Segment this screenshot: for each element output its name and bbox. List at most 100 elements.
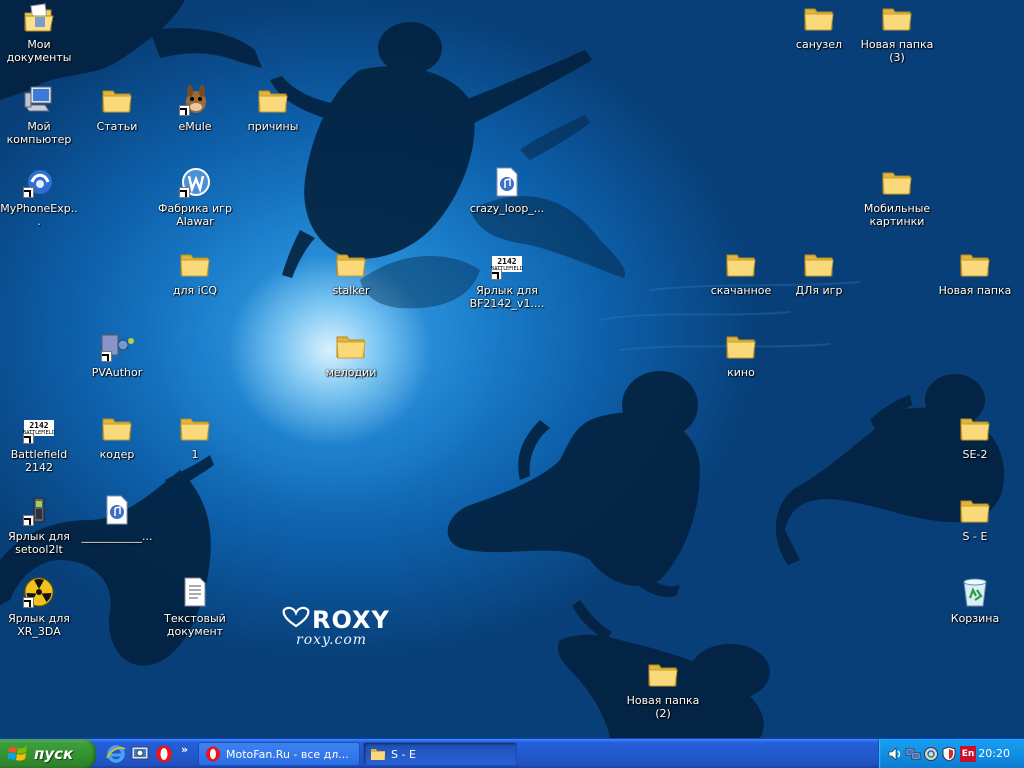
system-tray: En 20:20: [878, 739, 1024, 768]
desktop-icon-label: Ярлык для setool2lt: [8, 530, 70, 556]
folder-icon: [336, 336, 366, 359]
roxy-heart-logo-icon: [282, 606, 310, 628]
desktop-icon-label: 1: [191, 448, 199, 461]
shortcut-arrow-icon: [23, 515, 34, 526]
desktop-icon-label: ДЛя игр: [795, 284, 843, 297]
folder-icon: [726, 336, 756, 359]
desktop-icon-text-doc[interactable]: Текстовый документ: [156, 576, 234, 638]
my-documents-icon: [24, 3, 54, 32]
folder-icon: [102, 90, 132, 113]
quicklaunch-show-desktop[interactable]: [130, 744, 150, 764]
desktop-icon-dlya-igr[interactable]: ДЛя игр: [780, 248, 858, 297]
audio-file-icon: [496, 167, 518, 197]
desktop-icon-underscore[interactable]: ___________...: [78, 494, 156, 543]
desktop-icon-novaya-papka-3[interactable]: Новая папка (3): [858, 2, 936, 64]
desktop-icon-se-2[interactable]: SE-2: [936, 412, 1014, 461]
shortcut-arrow-icon: [179, 105, 190, 116]
internet-explorer-icon: [106, 745, 126, 763]
network-icon[interactable]: [905, 746, 921, 762]
svg-text:2142: 2142: [497, 257, 516, 266]
desktop-icon-dlya-icq[interactable]: для iCQ: [156, 248, 234, 297]
taskbar-button-label: S - E: [391, 747, 416, 761]
desktop-icon-skachannoe[interactable]: скачанное: [702, 248, 780, 297]
desktop-icon-label: Новая папка (3): [860, 38, 934, 64]
desktop-icon-label: для iCQ: [172, 284, 218, 297]
desktop-icon-folder-1[interactable]: 1: [156, 412, 234, 461]
sync-icon[interactable]: [923, 746, 939, 762]
desktop-icon-stalker[interactable]: stalker: [312, 248, 390, 297]
desktop-icon-label: eMule: [178, 120, 212, 133]
folder-icon: [804, 254, 834, 277]
folder-icon: [180, 418, 210, 441]
desktop-icon-label: Фабрика игр Alawar: [158, 202, 232, 228]
desktop-icon-sanuzel[interactable]: санузел: [780, 2, 858, 51]
roxy-url-text: roxy.com: [296, 632, 368, 648]
roxy-logo: ROXY roxy.com: [282, 606, 402, 654]
folder-icon: [371, 749, 385, 760]
desktop-icon-stati[interactable]: Статьи: [78, 84, 156, 133]
language-indicator[interactable]: En: [960, 746, 976, 762]
desktop-icon-recycle-bin[interactable]: Корзина: [936, 576, 1014, 625]
desktop-icon-crazy-loop[interactable]: crazy_loop_...: [468, 166, 546, 215]
my-computer-icon: [24, 86, 52, 112]
shortcut-arrow-icon: [23, 433, 34, 444]
desktop-icon-bf2142-shortcut[interactable]: 2142 BATTLEFIELD Ярлык для BF2142_v1....: [468, 248, 546, 310]
desktop-icon-label: Корзина: [950, 612, 1000, 625]
desktop-icon-myphoneexplorer[interactable]: MyPhoneExp...: [0, 166, 78, 228]
desktop-icon-label: crazy_loop_...: [469, 202, 545, 215]
desktop-icon-battlefield-2142[interactable]: 2142 BATTLEFIELD Battlefield 2142: [0, 412, 78, 474]
folder-icon: [336, 254, 366, 277]
desktop-icon-alawar[interactable]: Фабрика игр Alawar: [156, 166, 234, 228]
shortcut-arrow-icon: [179, 187, 190, 198]
tray-clock[interactable]: 20:20: [978, 747, 1010, 760]
desktop-icon-label: SE-2: [962, 448, 988, 461]
desktop-icon-xr3da[interactable]: Ярлык для XR_3DA: [0, 576, 78, 638]
desktop-icon-label: Текстовый документ: [164, 612, 226, 638]
desktop-icon-label: Мои документы: [6, 38, 72, 64]
taskbar-button-s-e[interactable]: S - E: [363, 742, 517, 766]
volume-icon[interactable]: [887, 746, 903, 762]
desktop-icon-prichiny[interactable]: причины: [234, 84, 312, 133]
desktop-icon-label: санузел: [795, 38, 843, 51]
desktop-icon-label: Новая папка (2): [626, 694, 700, 720]
desktop-icon-label: скачанное: [710, 284, 772, 297]
desktop-icon-label: Новая папка: [938, 284, 1012, 297]
desktop-icon-s-e[interactable]: S - E: [936, 494, 1014, 543]
antivirus-icon[interactable]: [941, 746, 957, 762]
desktop-icon-melodii[interactable]: мелодии: [312, 330, 390, 379]
desktop-icon-setool[interactable]: Ярлык для setool2lt: [0, 494, 78, 556]
folder-icon: [960, 418, 990, 441]
folder-icon: [180, 254, 210, 277]
desktop-icon-my-documents[interactable]: Мои документы: [0, 2, 78, 64]
desktop-icon-label: кино: [727, 366, 755, 379]
folder-icon: [258, 90, 288, 113]
start-button[interactable]: пуск: [0, 739, 96, 768]
desktop-icon-label: S - E: [962, 530, 988, 543]
taskbar: пуск » MotoFan.Ru - все дл... S - E En 2…: [0, 738, 1024, 768]
desktop-icon-emule[interactable]: eMule: [156, 84, 234, 133]
taskbar-button-motofan[interactable]: MotoFan.Ru - все дл...: [198, 742, 360, 766]
svg-text:2142: 2142: [29, 421, 48, 430]
text-document-icon: [184, 577, 206, 607]
quicklaunch-internet-explorer[interactable]: [106, 744, 126, 764]
shortcut-arrow-icon: [491, 269, 502, 280]
desktop-icon-novaya-papka-2[interactable]: Новая папка (2): [624, 658, 702, 720]
folder-icon: [960, 254, 990, 277]
show-desktop-icon: [131, 746, 149, 760]
audio-file-icon: [106, 495, 128, 525]
desktop-icon-novaya-papka[interactable]: Новая папка: [936, 248, 1014, 297]
desktop-icon-my-computer[interactable]: Мой компьютер: [0, 84, 78, 146]
desktop-icon-mobile-pics[interactable]: Мобильные картинки: [858, 166, 936, 228]
quicklaunch-more-chevron[interactable]: »: [181, 743, 188, 756]
desktop-icon-pvauthor[interactable]: PVAuthor: [78, 330, 156, 379]
desktop-icon-label: причины: [247, 120, 299, 133]
desktop-icon-label: Мобильные картинки: [863, 202, 931, 228]
quicklaunch-opera[interactable]: [154, 744, 174, 764]
folder-icon: [882, 172, 912, 195]
desktop-icon-kino[interactable]: кино: [702, 330, 780, 379]
windows-flag-icon: [8, 746, 27, 761]
desktop-icon-label: stalker: [332, 284, 370, 297]
desktop-icon-koder[interactable]: кодер: [78, 412, 156, 461]
shortcut-arrow-icon: [23, 597, 34, 608]
desktop-icon-label: MyPhoneExp...: [0, 202, 78, 228]
